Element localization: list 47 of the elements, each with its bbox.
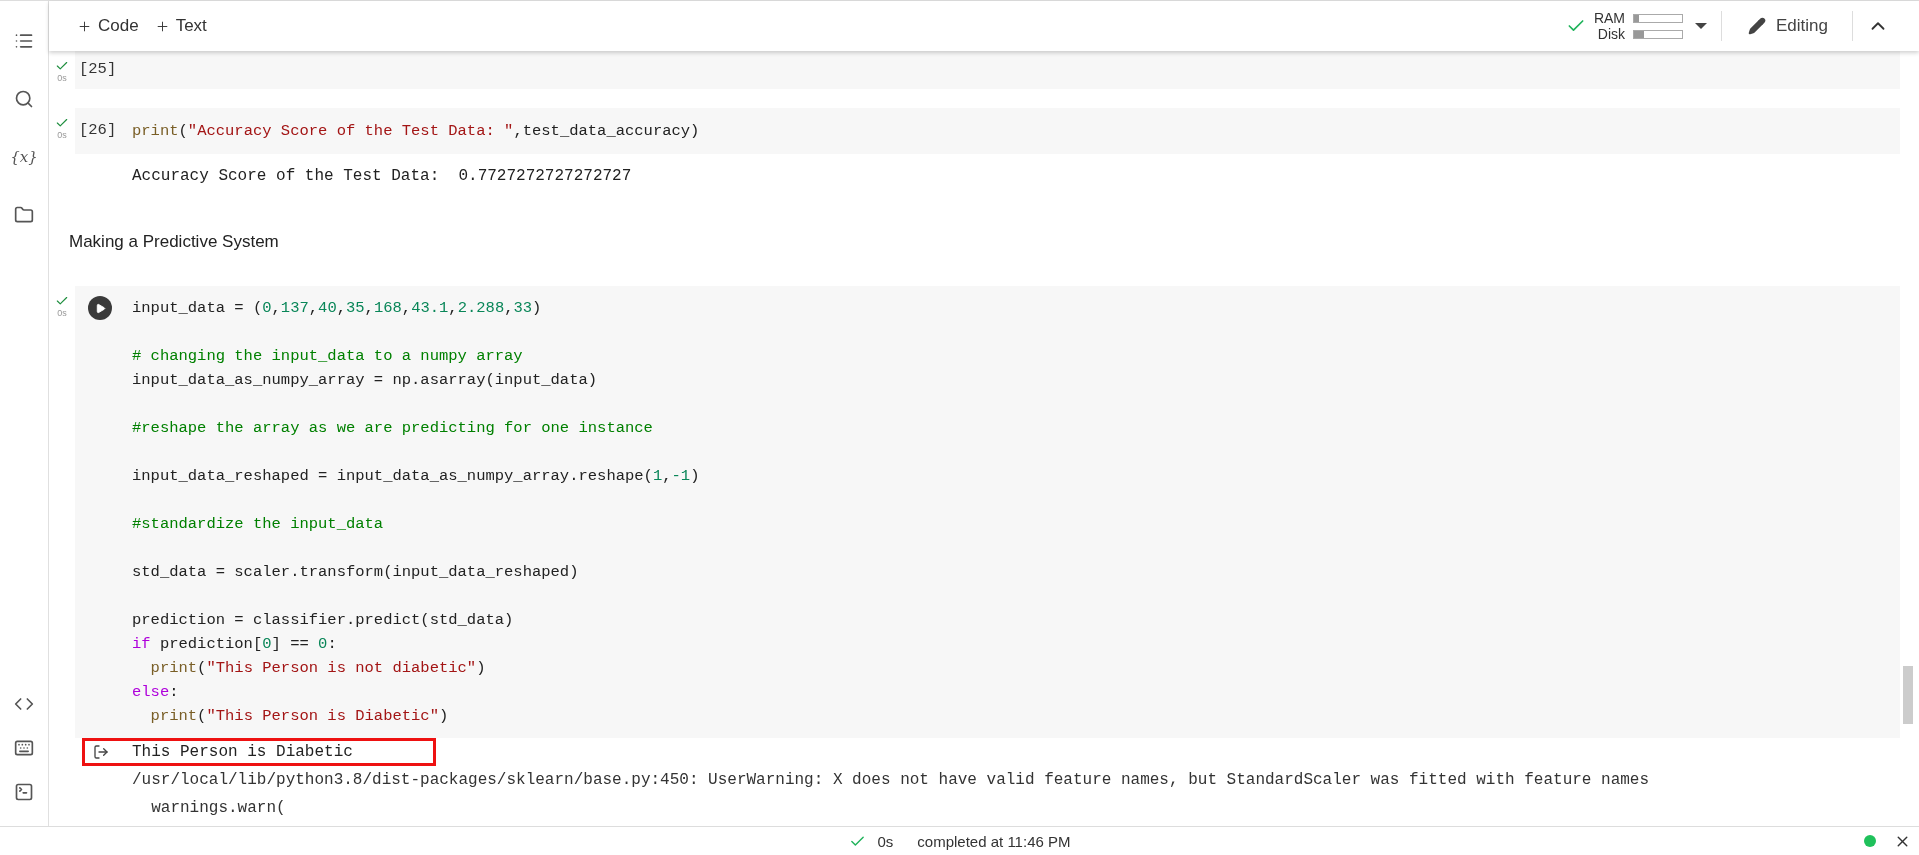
markdown-text: Making a Predictive System [68, 232, 280, 252]
code-line: print("Accuracy Score of the Test Data: ",test_data_accuracy) [132, 121, 700, 142]
scrollbar-thumb[interactable] [1903, 666, 1913, 724]
code-line: if prediction[0] == 0: [132, 634, 337, 655]
run-time: 0s [877, 832, 894, 850]
pencil-icon [1748, 17, 1766, 35]
code-line: input_data_reshaped = input_data_as_numpy_array.reshape(1,-1) [132, 466, 700, 487]
code-line: # changing the input_data to a numpy array [132, 346, 523, 367]
plus-icon [77, 18, 92, 34]
editing-button[interactable]: Editing [1742, 15, 1834, 37]
run-time: 0s [57, 73, 67, 83]
plus-icon [154, 18, 170, 34]
play-icon [94, 302, 106, 314]
run-button[interactable] [88, 296, 112, 320]
warning-text: warnings.warn( [150, 799, 286, 817]
output-text: This Person is Diabetic [132, 743, 353, 761]
dropdown-caret[interactable] [1695, 23, 1707, 29]
check-icon [55, 59, 69, 73]
run-time: 0s [57, 308, 67, 318]
code-line: prediction = classifier.predict(std_data) [132, 610, 514, 631]
variables-button[interactable]: {x} [12, 145, 36, 169]
usage-meter [1633, 13, 1683, 23]
meter-label: RAM [1593, 10, 1625, 26]
output-text: Accuracy Score of the Test Data: 0.7727272727272727 [132, 167, 632, 185]
run-time: 0s [57, 130, 67, 140]
status-message: completed at 11:46 PM [917, 832, 1071, 850]
code-cell[interactable]: [25] [75, 51, 1900, 89]
warning-text: /usr/local/lib/python3.8/dist-packages/sklearn/base.py:450: UserWarning: X does not have valid feature names, but StandardScaler was fitted with feature names [132, 771, 1650, 789]
output-icon[interactable] [93, 744, 109, 760]
execution-count: [25] [79, 59, 117, 80]
add-cell-button[interactable]: Code [69, 12, 147, 40]
add-cell-button[interactable]: Text [146, 12, 215, 40]
execution-count: [26] [79, 120, 117, 141]
code-line: #standardize the input_data [132, 514, 384, 535]
meter-label: Disk [1597, 26, 1625, 42]
code-line: input_data = (0,137,40,35,168,43.1,2.288,33) [132, 298, 542, 319]
code-line: #reshape the array as we are predicting for one instance [132, 418, 653, 439]
usage-meter [1633, 29, 1683, 39]
code-line: input_data_as_numpy_array = np.asarray(input_data) [132, 370, 598, 391]
code-line: print("This Person is not diabetic") [150, 658, 486, 679]
check-icon [55, 116, 69, 130]
code-line: else: [132, 682, 179, 703]
code-line: std_data = scaler.transform(input_data_reshaped) [132, 562, 579, 583]
check-icon [55, 294, 69, 308]
code-cell[interactable] [75, 286, 1900, 738]
code-cell[interactable]: [26] print("Accuracy Score of the Test Data: ",test_data_accuracy) [75, 108, 1900, 154]
code-line: print("This Person is Diabetic") [150, 706, 449, 727]
